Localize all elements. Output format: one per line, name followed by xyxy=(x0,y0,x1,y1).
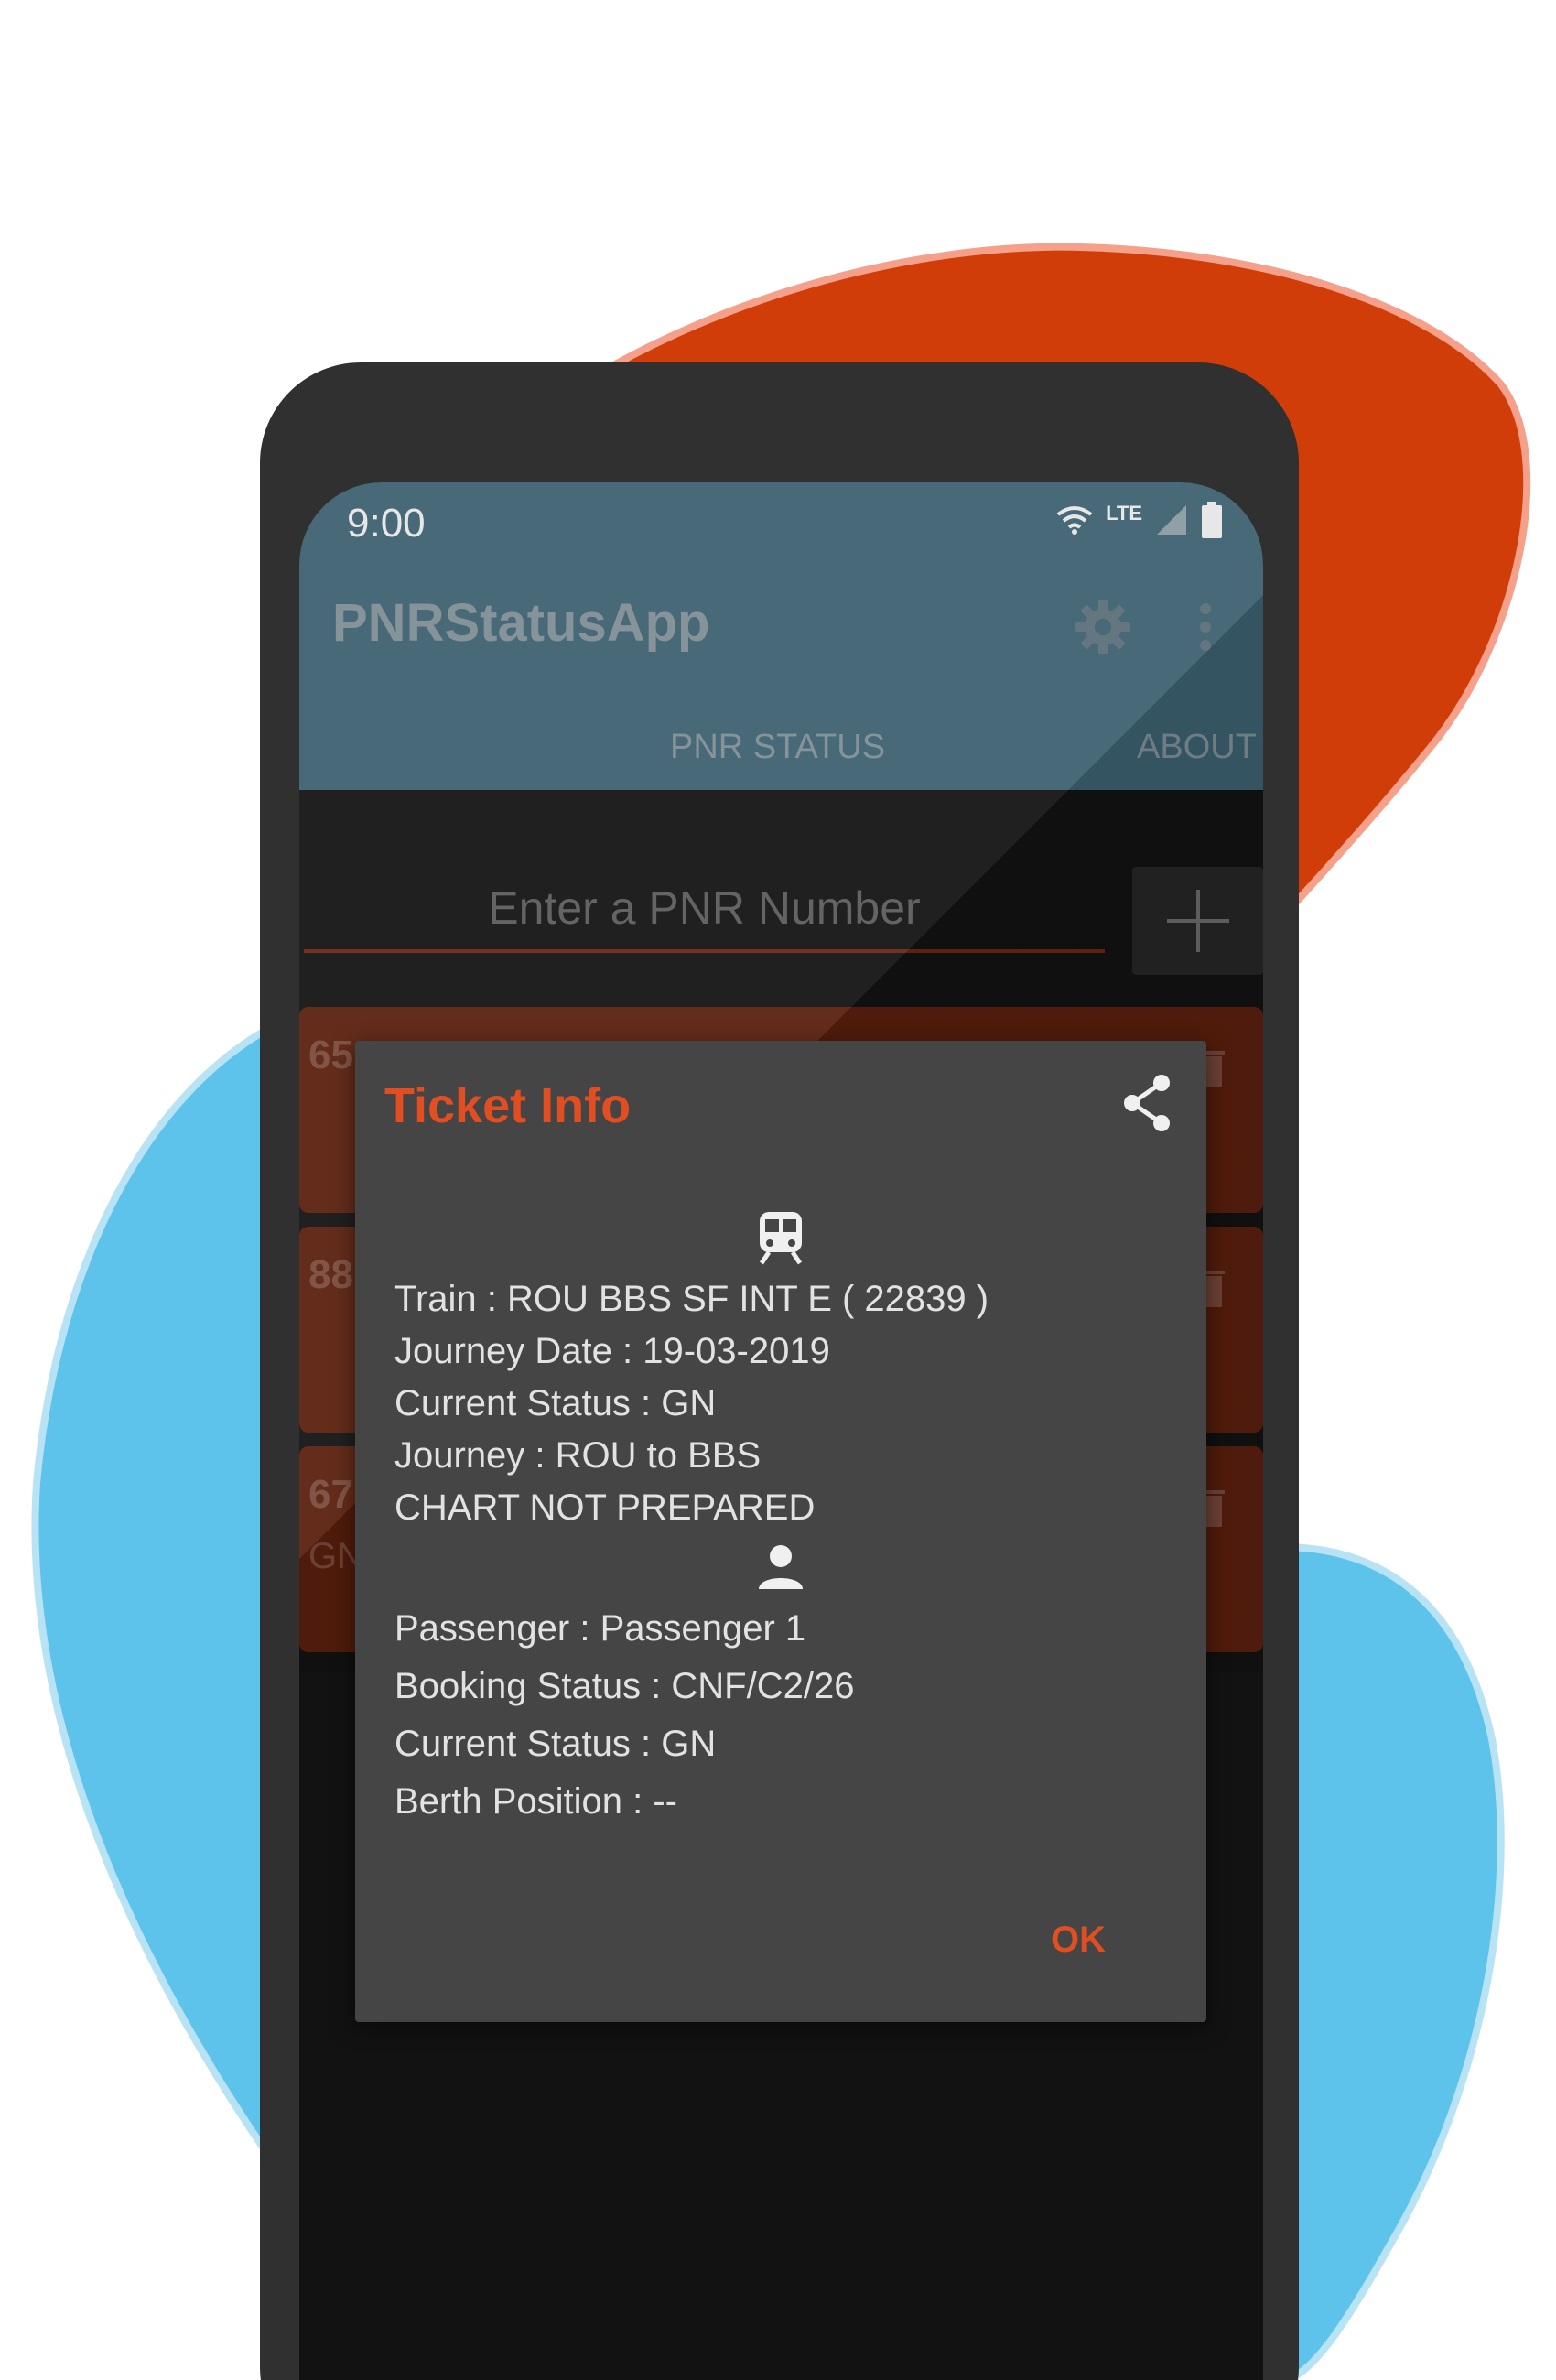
wifi-icon xyxy=(1056,506,1093,535)
tab-about[interactable]: ABOUT xyxy=(1137,728,1257,767)
train-info-line: Journey Date : 19-03-2019 xyxy=(394,1331,830,1371)
blue-blob-left xyxy=(31,1019,278,2169)
app-bar: 9:00 LTE PNRStatusApp PNR STATUS ABOUT xyxy=(299,482,1263,790)
ticket-info-dialog: Ticket Info Train : ROU BBS SF INT E (2… xyxy=(355,1041,1206,2022)
pnr-card-number: 65 xyxy=(308,1033,353,1077)
train-info-line: Train : ROU BBS SF INT E ( 22839 ) xyxy=(394,1279,989,1319)
person-icon xyxy=(759,1545,803,1589)
plus-icon xyxy=(1166,890,1229,952)
person-icon-wrap xyxy=(753,1540,808,1595)
pnr-card-number: 88 xyxy=(308,1252,353,1297)
status-time: 9:00 xyxy=(347,501,426,546)
blue-blob-right xyxy=(1278,1542,1505,2380)
signal-icon xyxy=(1157,505,1186,535)
train-info-line: CHART NOT PREPARED xyxy=(394,1488,816,1528)
train-info-line: Current Status : GN xyxy=(394,1383,717,1423)
overflow-menu-button[interactable] xyxy=(1187,592,1224,662)
status-icons: LTE xyxy=(1056,497,1223,543)
add-pnr-button[interactable] xyxy=(1132,867,1263,975)
passenger-info-line: Current Status : GN xyxy=(394,1724,717,1764)
passenger-info-line: Passenger : Passenger 1 xyxy=(394,1608,806,1649)
more-vert-icon xyxy=(1200,603,1211,651)
ok-button[interactable]: OK xyxy=(1051,1920,1106,1961)
network-type: LTE xyxy=(1106,502,1142,525)
battery-icon xyxy=(1202,502,1222,538)
passenger-info-line: Booking Status : CNF/C2/26 xyxy=(394,1666,855,1706)
status-bar: 9:00 LTE xyxy=(299,482,1263,554)
screenshot-stage: 9:00 LTE PNRStatusApp PNR STATUS ABOUT E… xyxy=(0,0,1556,2380)
settings-button[interactable] xyxy=(1068,592,1138,662)
pnr-card-number: 67 xyxy=(308,1472,353,1517)
train-info-line: Journey : ROU to BBS xyxy=(394,1435,762,1476)
tab-pnr-status[interactable]: PNR STATUS xyxy=(670,728,885,767)
dialog-title: Ticket Info xyxy=(384,1078,632,1133)
train-icon-wrap xyxy=(753,1210,808,1265)
train-icon xyxy=(759,1212,803,1265)
share-button[interactable] xyxy=(1115,1071,1179,1135)
share-icon xyxy=(1124,1075,1170,1131)
passenger-info-line: Berth Position : -- xyxy=(394,1781,678,1822)
pnr-input[interactable] xyxy=(304,867,1105,953)
app-title: PNRStatusApp xyxy=(332,593,710,653)
gear-icon xyxy=(1075,600,1130,654)
